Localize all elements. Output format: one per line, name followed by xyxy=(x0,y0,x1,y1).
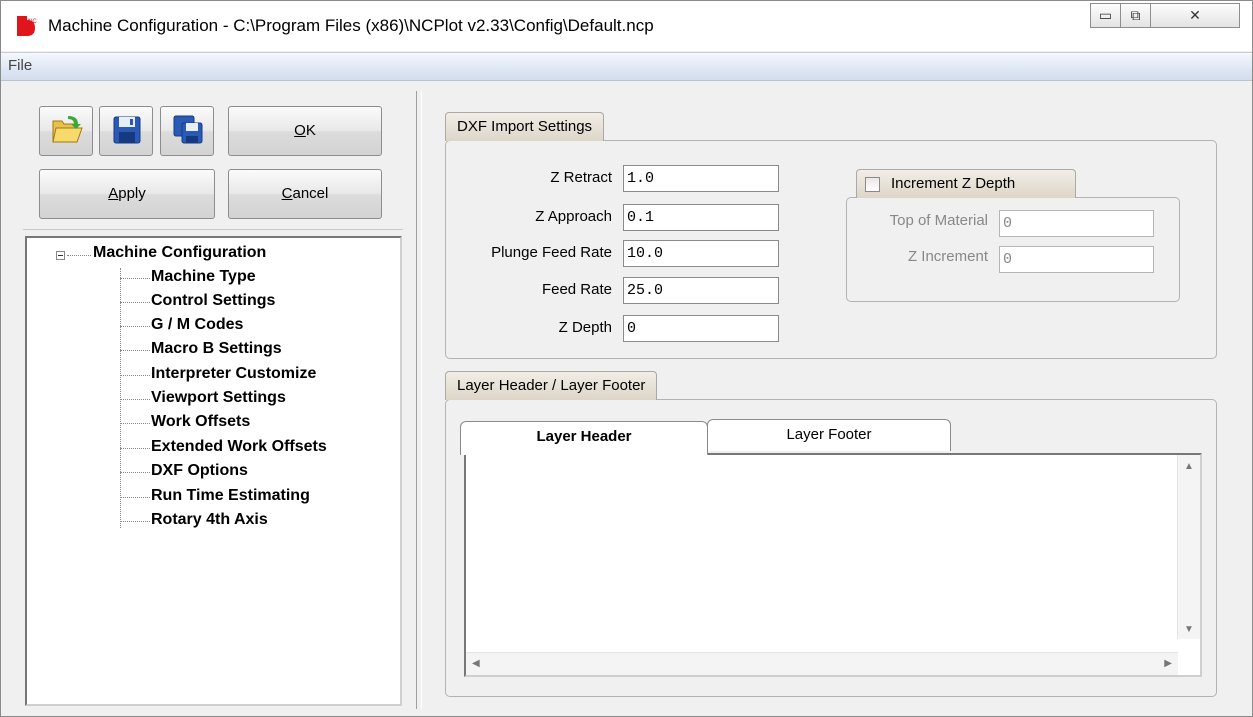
plunge-feed-rate-input[interactable]: 10.0 xyxy=(623,240,779,267)
z-approach-input[interactable]: 0.1 xyxy=(623,204,779,231)
collapse-icon[interactable] xyxy=(56,251,65,260)
cancel-button-label: Cancel xyxy=(281,185,329,202)
z-depth-label: Z Depth xyxy=(558,319,612,336)
tree-item-macro-b-settings[interactable]: Macro B Settings xyxy=(151,340,282,358)
z-retract-label: Z Retract xyxy=(550,169,612,186)
tree-connector xyxy=(120,375,150,376)
layer-header-textarea[interactable]: ▲ ▼ ◀ ▶ xyxy=(464,453,1202,677)
layer-header-footer-title: Layer Header / Layer Footer xyxy=(445,371,658,400)
tab-layer-footer[interactable]: Layer Footer xyxy=(707,419,951,451)
window-title: Machine Configuration - C:\Program Files… xyxy=(48,16,654,35)
tree-item-extended-work-offsets[interactable]: Extended Work Offsets xyxy=(151,438,327,456)
close-icon: ✕ xyxy=(1189,7,1201,23)
restore-icon: ⧉ xyxy=(1130,7,1141,23)
horizontal-scrollbar[interactable]: ◀ ▶ xyxy=(466,652,1178,675)
save-multiple-icon xyxy=(173,115,203,144)
tree-item-work-offsets[interactable]: Work Offsets xyxy=(151,413,250,431)
tree-item-viewport-settings[interactable]: Viewport Settings xyxy=(151,389,286,407)
z-depth-input[interactable]: 0 xyxy=(623,315,779,342)
scroll-left-icon[interactable]: ◀ xyxy=(472,658,480,669)
tree-connector xyxy=(120,326,150,327)
toolbox-panel: OK Apply Cancel xyxy=(23,91,403,230)
restore-button[interactable]: ⧉ xyxy=(1120,3,1151,28)
tree-connector xyxy=(120,350,150,351)
plunge-feed-rate-label: Plunge Feed Rate xyxy=(491,244,612,261)
tree-item-run-time-estimating[interactable]: Run Time Estimating xyxy=(151,487,310,505)
tree-connector xyxy=(120,423,150,424)
tree-connector xyxy=(120,521,150,522)
minimize-icon: ▭ xyxy=(1098,7,1113,23)
vertical-scrollbar[interactable]: ▲ ▼ xyxy=(1177,455,1200,639)
save-as-config-button[interactable] xyxy=(160,106,214,156)
tree-connector xyxy=(120,302,150,303)
title-bar: NC Machine Configuration - C:\Program Fi… xyxy=(1,1,1252,51)
panel-splitter[interactable] xyxy=(416,91,422,709)
z-increment-input[interactable]: 0 xyxy=(999,246,1154,273)
scroll-up-icon[interactable]: ▲ xyxy=(1184,461,1194,472)
tab-layer-header[interactable]: Layer Header xyxy=(460,421,708,455)
svg-text:NC: NC xyxy=(28,19,37,25)
ok-button-label: OK xyxy=(294,122,316,139)
increment-z-depth-label: Increment Z Depth xyxy=(891,175,1016,192)
tree-item-dxf-options[interactable]: DXF Options xyxy=(151,462,248,480)
floppy-disk-icon xyxy=(113,116,141,144)
tree-connector xyxy=(120,472,150,473)
tree-item-gm-codes[interactable]: G / M Codes xyxy=(151,316,243,334)
dxf-import-settings-title: DXF Import Settings xyxy=(445,112,605,141)
z-approach-label: Z Approach xyxy=(535,208,612,225)
machine-configuration-window: NC Machine Configuration - C:\Program Fi… xyxy=(0,0,1253,717)
z-retract-input[interactable]: 1.0 xyxy=(623,165,779,192)
tree-connector xyxy=(120,268,121,528)
scroll-down-icon[interactable]: ▼ xyxy=(1184,624,1194,635)
tree-item-rotary-4th-axis[interactable]: Rotary 4th Axis xyxy=(151,511,268,529)
save-config-button[interactable] xyxy=(99,106,153,156)
increment-z-depth-checkbox[interactable] xyxy=(865,177,880,192)
ok-button[interactable]: OK xyxy=(228,106,382,156)
top-of-material-input[interactable]: 0 xyxy=(999,210,1154,237)
configuration-tree[interactable]: Machine Configuration Machine Type Contr… xyxy=(25,236,402,706)
increment-z-depth-tab: Increment Z Depth xyxy=(856,169,1076,198)
tree-connector xyxy=(120,448,150,449)
menu-bar: File xyxy=(1,52,1252,81)
tree-item-machine-type[interactable]: Machine Type xyxy=(151,268,256,286)
apply-button-label: Apply xyxy=(108,185,146,202)
menu-file[interactable]: File xyxy=(8,57,32,74)
tree-item-control-settings[interactable]: Control Settings xyxy=(151,292,275,310)
close-button[interactable]: ✕ xyxy=(1150,3,1240,28)
tree-connector xyxy=(120,278,150,279)
top-of-material-label: Top of Material xyxy=(889,212,988,229)
tree-root-machine-configuration[interactable]: Machine Configuration xyxy=(93,244,266,262)
feed-rate-label: Feed Rate xyxy=(541,281,612,298)
tree-item-interpreter-customize[interactable]: Interpreter Customize xyxy=(151,365,316,383)
minimize-button[interactable]: ▭ xyxy=(1090,3,1121,28)
cancel-button[interactable]: Cancel xyxy=(228,169,382,219)
tree-connector xyxy=(120,497,150,498)
ncplot-logo-icon: NC xyxy=(17,16,37,36)
tree-connector xyxy=(67,255,91,256)
folder-open-icon xyxy=(52,116,83,143)
feed-rate-input[interactable]: 25.0 xyxy=(623,277,779,304)
apply-button[interactable]: Apply xyxy=(39,169,215,219)
tree-connector xyxy=(120,399,150,400)
open-config-button[interactable] xyxy=(39,106,93,156)
z-increment-label: Z Increment xyxy=(907,248,988,265)
scroll-right-icon[interactable]: ▶ xyxy=(1164,658,1172,669)
